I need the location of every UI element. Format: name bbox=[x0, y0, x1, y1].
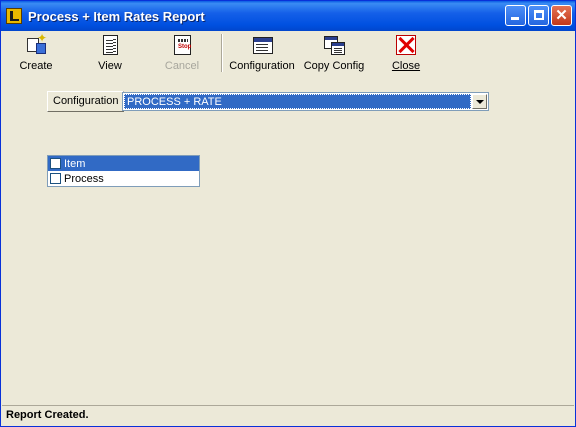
toolbar-separator bbox=[221, 34, 223, 72]
configuration-select[interactable]: PROCESS + RATE bbox=[122, 92, 489, 111]
close-window-button[interactable]: ✕ bbox=[551, 5, 572, 26]
configuration-field-label: Configuration bbox=[47, 91, 125, 112]
close-icon: ✕ bbox=[555, 7, 568, 24]
title-bar[interactable]: Process + Item Rates Report ✕ bbox=[1, 1, 575, 31]
app-logo-icon bbox=[6, 8, 22, 24]
copy-config-label: Copy Config bbox=[303, 60, 365, 72]
view-label: View bbox=[98, 60, 122, 72]
create-report-icon: ✦ bbox=[25, 31, 47, 56]
chevron-down-icon[interactable] bbox=[472, 94, 487, 109]
status-bar: Report Created. bbox=[2, 405, 574, 425]
create-button[interactable]: ✦ Create bbox=[16, 31, 56, 74]
checkbox[interactable] bbox=[50, 158, 61, 169]
maximize-button[interactable] bbox=[528, 5, 549, 26]
copy-config-icon bbox=[323, 34, 345, 56]
report-type-checklist[interactable]: Item Process bbox=[47, 155, 200, 187]
window-title: Process + Item Rates Report bbox=[28, 8, 205, 24]
configuration-label: Configuration bbox=[229, 60, 295, 72]
window-controls: ✕ bbox=[505, 5, 572, 26]
configuration-button[interactable]: Configuration bbox=[228, 32, 296, 74]
close-x-icon bbox=[395, 34, 417, 56]
view-report-icon bbox=[99, 34, 121, 56]
maximize-icon bbox=[534, 10, 544, 20]
checklist-item-label: Process bbox=[64, 172, 104, 185]
configuration-selected-value[interactable]: PROCESS + RATE bbox=[124, 94, 471, 109]
minimize-button[interactable] bbox=[505, 5, 526, 26]
checkbox[interactable] bbox=[50, 173, 61, 184]
stop-icon: Stop bbox=[171, 34, 193, 56]
copy-config-button[interactable]: Copy Config bbox=[303, 32, 365, 74]
report-window: Process + Item Rates Report ✕ ✦ Create V… bbox=[0, 0, 576, 427]
cancel-label: Cancel bbox=[164, 60, 200, 72]
create-label: Create bbox=[19, 60, 53, 72]
checklist-item-process[interactable]: Process bbox=[48, 171, 199, 186]
close-label: Close bbox=[391, 60, 421, 72]
toolbar: ✦ Create View Stop Cancel Configuration … bbox=[4, 31, 572, 74]
status-text: Report Created. bbox=[6, 409, 89, 421]
minimize-icon bbox=[511, 17, 519, 20]
configuration-icon bbox=[251, 34, 273, 56]
checklist-item-item[interactable]: Item bbox=[48, 156, 199, 171]
view-button[interactable]: View bbox=[92, 32, 128, 74]
checklist-item-label: Item bbox=[64, 157, 86, 170]
close-button[interactable]: Close bbox=[388, 32, 424, 74]
cancel-button[interactable]: Stop Cancel bbox=[162, 32, 202, 74]
